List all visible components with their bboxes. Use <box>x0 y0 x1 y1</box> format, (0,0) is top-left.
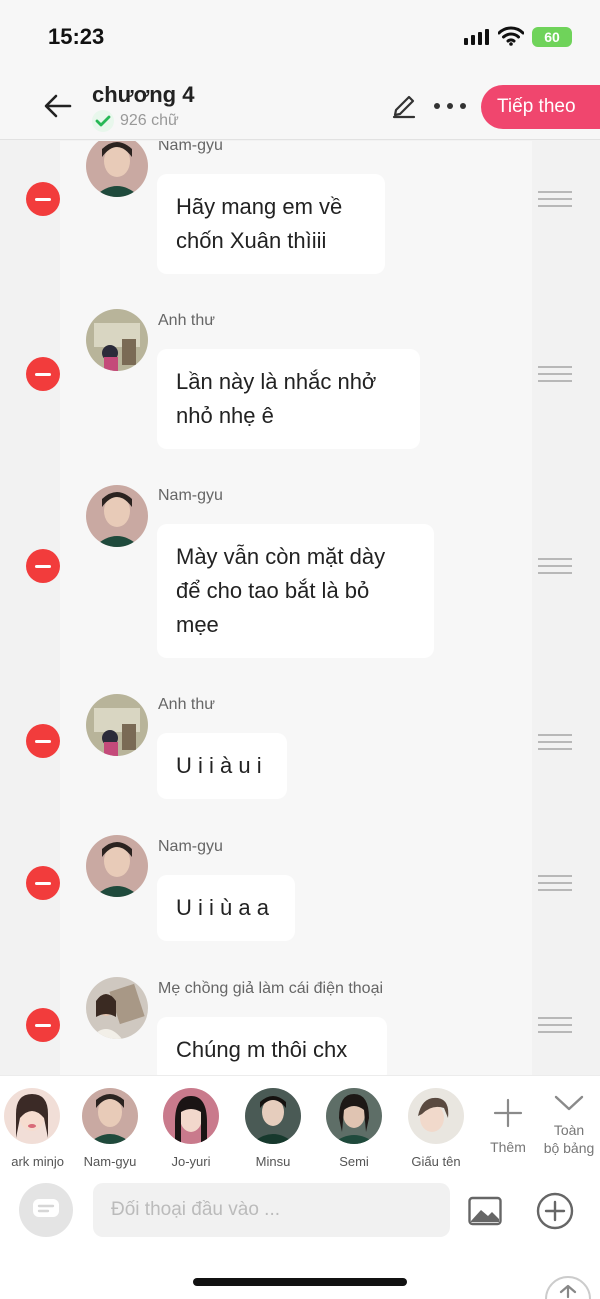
plus-circle-icon <box>536 1192 574 1230</box>
avatar <box>86 977 148 1039</box>
minus-icon <box>35 881 51 885</box>
minus-icon <box>35 1023 51 1027</box>
character-item[interactable]: Semi <box>314 1088 394 1169</box>
drag-handle-icon[interactable] <box>538 1017 572 1033</box>
avatar <box>86 694 148 756</box>
show-all-characters-button[interactable]: Toàn bộ bảng <box>538 1094 600 1157</box>
show-all-label: Toàn bộ bảng <box>538 1121 600 1157</box>
delete-message-button[interactable] <box>26 866 60 900</box>
add-character-label: Thêm <box>490 1139 526 1155</box>
character-item[interactable]: Minsu <box>233 1088 313 1169</box>
show-all-label-line-2: bộ bảng <box>543 1140 595 1156</box>
sender-name: Nam-gyu <box>158 487 223 504</box>
minus-icon <box>35 739 51 743</box>
avatar <box>326 1088 382 1144</box>
drag-handle-icon[interactable] <box>538 734 572 750</box>
sender-name: Nam-gyu <box>158 838 223 855</box>
delete-message-button[interactable] <box>26 1008 60 1042</box>
delete-message-button[interactable] <box>26 182 60 216</box>
drag-handle-icon[interactable] <box>538 366 572 382</box>
battery-level: 60 <box>544 29 560 45</box>
character-name: ark minjo <box>11 1154 64 1169</box>
message-bubble[interactable]: Lần này là nhắc nhở nhỏ nhẹ ê <box>157 349 420 449</box>
add-character-button[interactable]: Thêm <box>486 1098 530 1155</box>
avatar <box>86 835 148 897</box>
avatar <box>245 1088 301 1144</box>
chevron-down-icon <box>554 1095 584 1111</box>
sender-name: Nam-gyu <box>158 141 223 154</box>
composer <box>0 1171 600 1299</box>
minus-icon <box>35 564 51 568</box>
avatar <box>4 1088 60 1144</box>
chat-list[interactable]: Nam-gyu Hãy mang em về chốn Xuân thìiii … <box>0 141 600 1075</box>
scroll-top-button[interactable] <box>545 1276 591 1299</box>
character-name: Nam-gyu <box>83 1154 137 1169</box>
back-button[interactable] <box>40 88 76 124</box>
chat-bubble-icon <box>33 1199 59 1217</box>
home-indicator <box>193 1278 407 1286</box>
character-item[interactable]: Nam-gyu <box>70 1088 150 1169</box>
status-time: 15:23 <box>48 24 105 49</box>
pencil-icon <box>392 95 416 119</box>
sender-name: Mẹ chồng giả làm cái điện thoại <box>158 980 384 997</box>
message-bubble[interactable]: U i i ù a a <box>157 875 295 941</box>
next-button[interactable]: Tiếp theo <box>481 85 600 129</box>
avatar <box>86 309 148 371</box>
plus-icon <box>493 1098 523 1128</box>
delete-message-button[interactable] <box>26 549 60 583</box>
minus-icon <box>35 372 51 376</box>
chat-mode-button[interactable] <box>19 1183 73 1237</box>
drag-handle-icon[interactable] <box>538 558 572 574</box>
battery-icon: 60 <box>532 27 572 47</box>
drag-handle-icon[interactable] <box>538 191 572 207</box>
drag-handle-icon[interactable] <box>538 875 572 891</box>
message-bubble[interactable]: U i i à u i <box>157 733 287 799</box>
character-name: Giấu tên <box>411 1154 461 1169</box>
chapter-title: chương 4 <box>92 82 195 107</box>
checkmark-icon <box>92 110 114 132</box>
character-bar: ark minjo Nam-gyu Jo-yuri Minsu Semi Giấ… <box>0 1075 600 1171</box>
cellular-signal-icon <box>464 29 489 45</box>
delete-message-button[interactable] <box>26 724 60 758</box>
back-arrow-icon <box>44 94 72 118</box>
character-item[interactable]: Giấu tên <box>396 1088 476 1169</box>
avatar <box>163 1088 219 1144</box>
character-name: Semi <box>339 1154 369 1169</box>
sender-name: Anh thư <box>158 312 215 329</box>
avatar <box>86 485 148 547</box>
word-count: 926 chữ <box>92 110 179 132</box>
more-icon[interactable] <box>432 90 468 122</box>
status-bar: 15:23 60 <box>0 0 600 72</box>
arrow-up-icon <box>559 1284 577 1298</box>
add-more-button[interactable] <box>535 1191 575 1231</box>
message-bubble[interactable]: Chúng m thôi chx <box>157 1017 387 1075</box>
message-bubble[interactable]: Hãy mang em về chốn Xuân thìiii <box>157 174 385 274</box>
character-name: Minsu <box>255 1154 291 1169</box>
wifi-icon <box>497 26 525 51</box>
image-icon <box>468 1196 502 1226</box>
word-count-text: 926 chữ <box>120 112 179 129</box>
chapter-header: chương 4 926 chữ Tiếp theo <box>0 72 600 140</box>
edit-button[interactable] <box>388 90 420 122</box>
character-item[interactable]: Jo-yuri <box>151 1088 231 1169</box>
show-all-label-line-1: Toàn <box>553 1122 585 1138</box>
message-bubble[interactable]: Mày vẫn còn mặt dày để cho tao bắt là bỏ… <box>157 524 434 658</box>
dialogue-input[interactable] <box>93 1183 450 1237</box>
insert-image-button[interactable] <box>466 1192 504 1230</box>
avatar <box>408 1088 464 1144</box>
character-item[interactable]: ark minjo <box>0 1088 72 1169</box>
character-name: Jo-yuri <box>171 1154 211 1169</box>
avatar <box>82 1088 138 1144</box>
delete-message-button[interactable] <box>26 357 60 391</box>
minus-icon <box>35 197 51 201</box>
sender-name: Anh thư <box>158 696 215 713</box>
